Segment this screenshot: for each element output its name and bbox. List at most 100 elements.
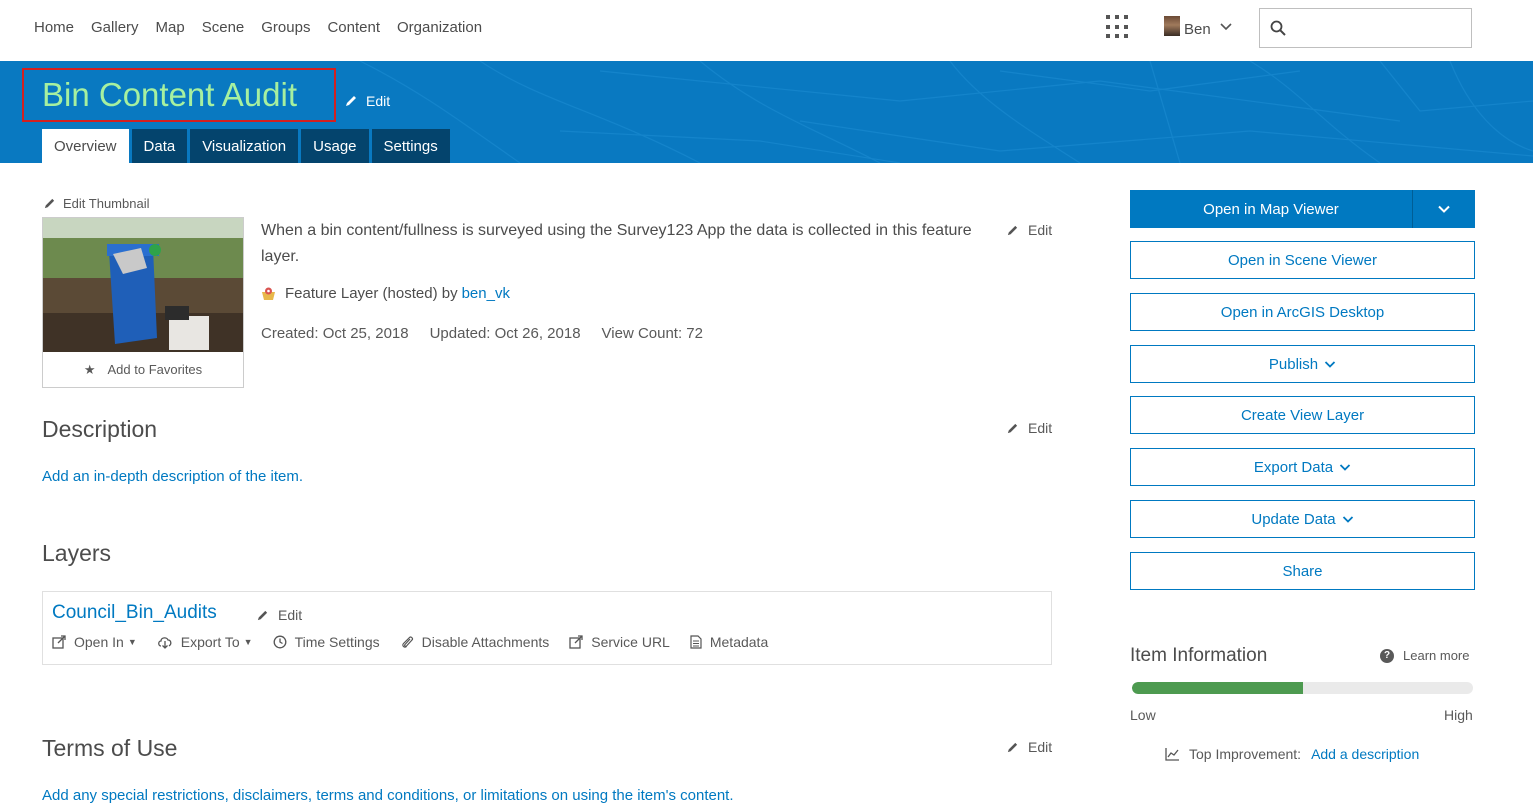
nav-map[interactable]: Map: [156, 19, 185, 36]
open-in-scene-viewer-button[interactable]: Open in Scene Viewer: [1130, 241, 1475, 279]
metadata-button[interactable]: Metadata: [690, 634, 768, 650]
thumbnail-image: [43, 218, 243, 352]
chevron-down-icon: [1324, 361, 1336, 368]
add-to-favorites-button[interactable]: ★ Add to Favorites: [43, 352, 243, 387]
learn-more-link[interactable]: ? Learn more: [1380, 648, 1469, 663]
caret-down-icon: ▼: [127, 637, 137, 647]
publish-button[interactable]: Publish: [1130, 345, 1475, 383]
metadata-icon: [690, 635, 702, 649]
export-to-dropdown[interactable]: Export To ▼: [157, 634, 253, 650]
create-view-layer-button[interactable]: Create View Layer: [1130, 396, 1475, 434]
nav-home[interactable]: Home: [34, 19, 74, 36]
nav-gallery[interactable]: Gallery: [91, 19, 139, 36]
service-url-label: Service URL: [591, 634, 670, 650]
user-name: Ben: [1184, 20, 1211, 38]
add-to-favorites-label: Add to Favorites: [107, 362, 203, 377]
created-date: Created: Oct 25, 2018: [261, 325, 409, 342]
update-data-button[interactable]: Update Data: [1130, 500, 1475, 538]
tab-visualization[interactable]: Visualization: [190, 129, 299, 163]
description-edit-button[interactable]: Edit: [1006, 420, 1052, 436]
nav-groups[interactable]: Groups: [261, 19, 310, 36]
service-url-button[interactable]: Service URL: [569, 634, 670, 650]
clock-icon: [273, 635, 287, 649]
edit-thumbnail-label: Edit Thumbnail: [63, 196, 150, 211]
create-view-layer-label: Create View Layer: [1240, 406, 1365, 424]
item-summary: When a bin content/fullness is surveyed …: [261, 222, 972, 265]
disable-attachments-button[interactable]: Disable Attachments: [400, 634, 550, 650]
owner-link[interactable]: ben_vk: [462, 285, 510, 302]
nav-organization[interactable]: Organization: [397, 19, 482, 36]
nav-scene[interactable]: Scene: [202, 19, 245, 36]
user-menu[interactable]: Ben: [1164, 16, 1233, 38]
tab-usage[interactable]: Usage: [301, 129, 369, 163]
item-banner: Bin Content Audit Edit Overview Data Vis…: [0, 61, 1533, 163]
share-label: Share: [1282, 562, 1323, 580]
page-title: Bin Content Audit: [42, 76, 298, 113]
search-box[interactable]: [1259, 8, 1472, 48]
export-data-button[interactable]: Export Data: [1130, 448, 1475, 486]
open-in-dropdown[interactable]: Open In ▼: [52, 634, 137, 650]
caret-down-icon: ▼: [243, 637, 253, 647]
item-information-meter: [1132, 682, 1473, 694]
map-viewer-dropdown-toggle[interactable]: [1413, 190, 1475, 228]
export-icon: [157, 637, 172, 649]
terms-edit-button[interactable]: Edit: [1006, 739, 1052, 755]
feature-layer-icon: [262, 287, 275, 300]
view-count: View Count: 72: [601, 325, 703, 342]
item-thumbnail: ★ Add to Favorites: [42, 217, 244, 388]
apps-grid-icon[interactable]: [1106, 15, 1130, 39]
item-type-line: Feature Layer (hosted) by ben_vk: [261, 285, 510, 302]
title-edit-button[interactable]: Edit: [344, 93, 390, 109]
tab-overview[interactable]: Overview: [42, 129, 129, 163]
improvement-chart-icon: [1165, 748, 1179, 761]
update-data-label: Update Data: [1251, 510, 1336, 528]
export-to-label: Export To: [180, 634, 240, 650]
pencil-icon: [1007, 225, 1018, 235]
external-link-icon: [569, 635, 583, 649]
open-in-map-viewer-label[interactable]: Open in Map Viewer: [1130, 190, 1413, 228]
export-data-label: Export Data: [1253, 458, 1334, 476]
terms-heading: Terms of Use: [42, 735, 178, 761]
layer-edit-label: Edit: [278, 607, 303, 623]
time-settings-button[interactable]: Time Settings: [273, 634, 380, 650]
avatar: [1164, 16, 1180, 36]
item-information-heading: Item Information: [1130, 645, 1268, 666]
open-in-label: Open In: [74, 634, 124, 650]
summary-edit-label: Edit: [1028, 222, 1053, 238]
open-in-arcgis-desktop-button[interactable]: Open in ArcGIS Desktop: [1130, 293, 1475, 331]
layers-heading: Layers: [42, 540, 112, 566]
tab-settings[interactable]: Settings: [371, 129, 450, 163]
search-icon: [1270, 20, 1286, 36]
layer-name-link[interactable]: Council_Bin_Audits: [52, 602, 217, 624]
chevron-down-icon: [1438, 205, 1450, 213]
pencil-icon: [44, 198, 55, 209]
open-in-icon: [52, 635, 66, 649]
star-icon: ★: [83, 361, 96, 377]
nav-links: Home Gallery Map Scene Groups Content Or…: [34, 19, 499, 36]
layer-card: Council_Bin_Audits Edit Open In ▼ Export …: [42, 591, 1052, 665]
pencil-icon: [1007, 742, 1018, 752]
item-information-meter-fill: [1132, 682, 1303, 694]
layer-edit-button[interactable]: Edit: [256, 607, 302, 623]
pencil-icon: [257, 610, 268, 620]
chevron-down-icon: [1342, 516, 1353, 523]
terms-edit-label: Edit: [1028, 739, 1053, 755]
disable-attachments-label: Disable Attachments: [421, 634, 550, 650]
search-input[interactable]: [1294, 20, 1464, 36]
paperclip-icon: [401, 636, 413, 648]
meter-high-label: High: [1444, 707, 1473, 723]
summary-edit-button[interactable]: Edit: [1006, 222, 1052, 238]
top-navigation: Home Gallery Map Scene Groups Content Or…: [0, 0, 1533, 61]
time-settings-label: Time Settings: [294, 634, 380, 650]
layer-actions: Open In ▼ Export To ▼ Time Settings Disabl…: [52, 634, 788, 650]
edit-thumbnail-button[interactable]: Edit Thumbnail: [43, 196, 149, 211]
add-terms-link[interactable]: Add any special restrictions, disclaimer…: [42, 787, 734, 804]
open-in-map-viewer-button[interactable]: Open in Map Viewer: [1130, 190, 1475, 228]
nav-content[interactable]: Content: [327, 19, 380, 36]
add-a-description-link[interactable]: Add a description: [1311, 746, 1419, 762]
add-description-link[interactable]: Add an in-depth description of the item.: [42, 468, 303, 485]
publish-label: Publish: [1268, 355, 1319, 373]
share-button[interactable]: Share: [1130, 552, 1475, 590]
top-improvement-label: Top Improvement:: [1189, 746, 1302, 762]
tab-data[interactable]: Data: [131, 129, 188, 163]
